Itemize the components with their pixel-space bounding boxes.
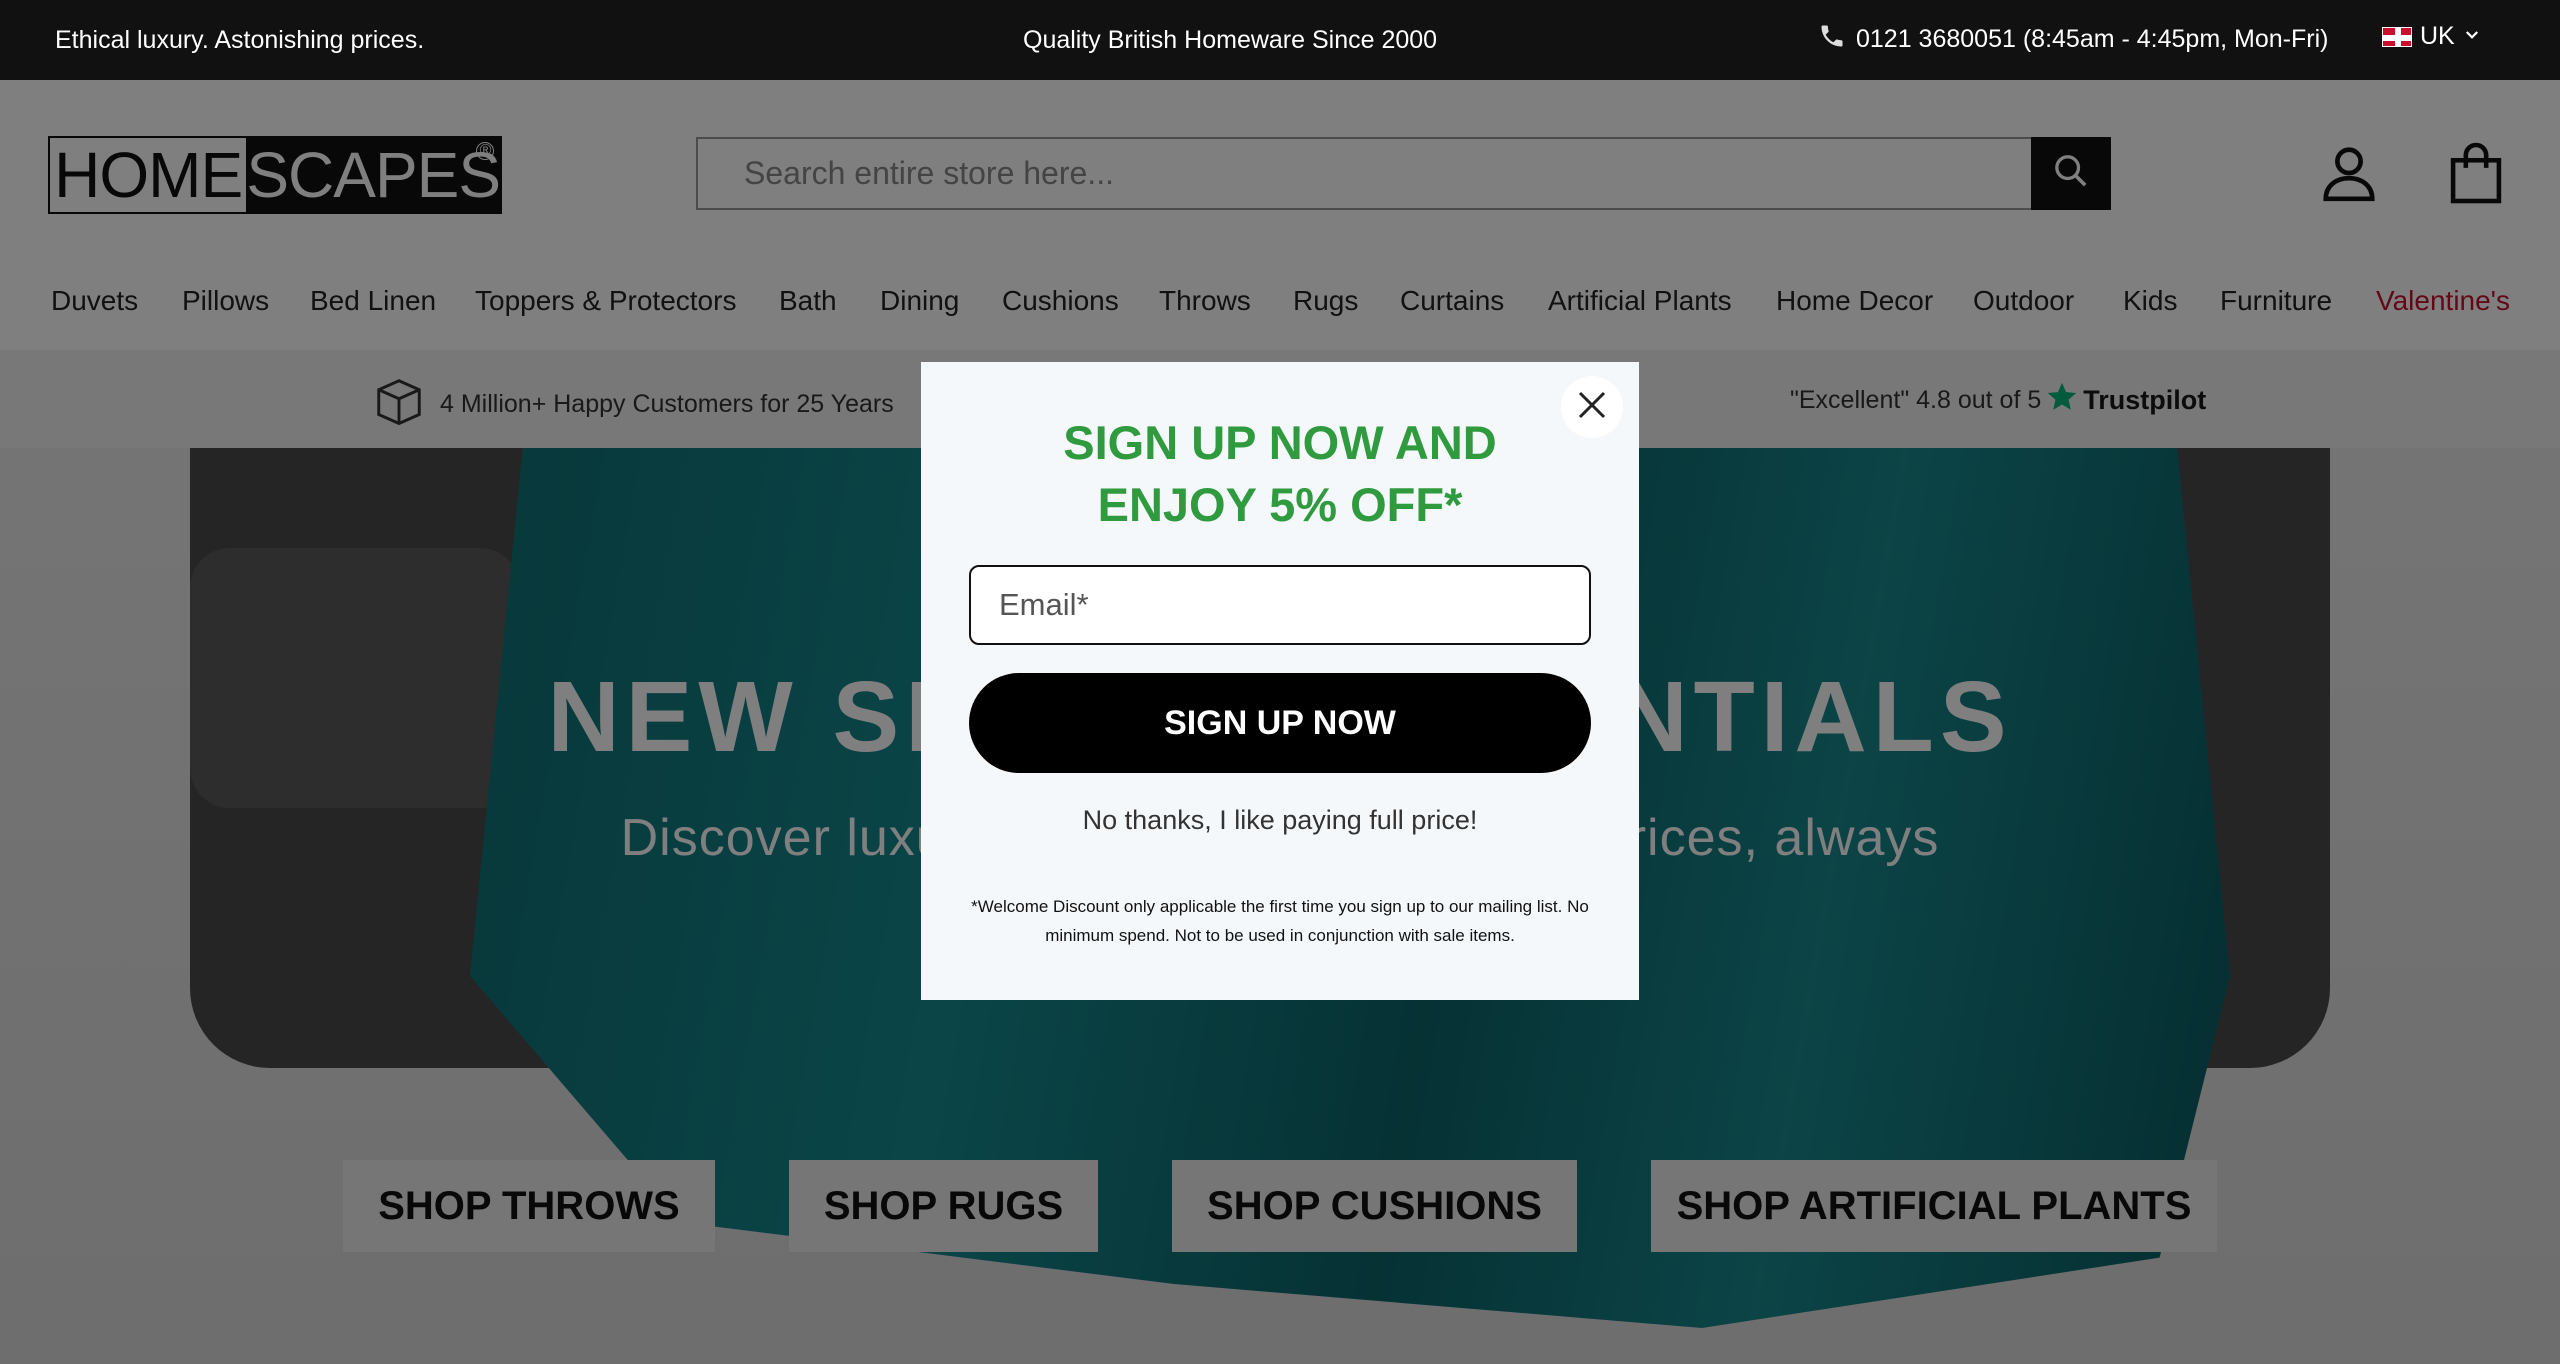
discount-fine-print: *Welcome Discount only applicable the fi… — [971, 897, 1589, 945]
email-field[interactable] — [969, 565, 1591, 645]
tagline: Ethical luxury. Astonishing prices. — [55, 26, 425, 54]
quality-statement: Quality British Homeware Since 2000 — [1023, 26, 1438, 54]
top-bar: Ethical luxury. Astonishing prices. Qual… — [0, 0, 2560, 80]
sign-up-button[interactable]: SIGN UP NOW — [969, 673, 1591, 773]
signup-modal: SIGN UP NOW AND ENJOY 5% OFF* SIGN UP NO… — [921, 362, 1639, 1000]
region-selector[interactable]: UK — [2382, 22, 2481, 51]
modal-heading: SIGN UP NOW AND ENJOY 5% OFF* — [1063, 416, 1497, 531]
phone-icon — [1818, 22, 1846, 57]
region-label: UK — [2420, 22, 2455, 50]
chevron-down-icon — [2463, 22, 2481, 51]
uk-flag-icon — [2382, 26, 2412, 47]
phone-number: 0121 3680051 (8:45am - 4:45pm, Mon-Fri) — [1856, 25, 2329, 53]
phone-contact[interactable]: 0121 3680051 (8:45am - 4:45pm, Mon-Fri) — [1818, 22, 2328, 57]
no-thanks-link[interactable]: No thanks, I like paying full price! — [921, 805, 1639, 836]
